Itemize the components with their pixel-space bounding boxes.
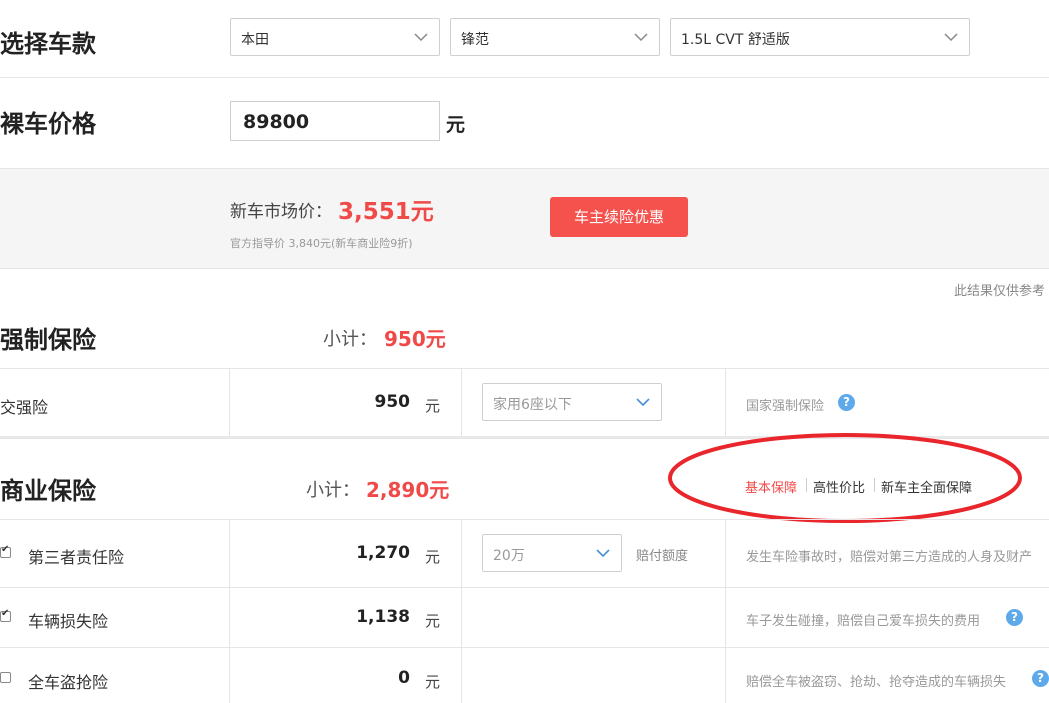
chevron-down-icon	[414, 33, 428, 42]
column-divider	[461, 519, 462, 703]
vehicle-damage-desc: 车子发生碰撞，赔偿自己爱车损失的费用	[746, 614, 981, 629]
select-car-heading: 选择车款	[0, 30, 96, 58]
market-price-panel	[0, 168, 1049, 269]
column-divider	[725, 519, 726, 703]
third-party-desc: 发生车险事故时，赔偿对第三方造成的人身及财产	[746, 550, 1033, 565]
divider	[0, 647, 1049, 648]
help-icon[interactable]: ?	[1032, 670, 1049, 687]
compulsory-unit: 元	[425, 397, 441, 415]
column-divider	[461, 368, 462, 437]
theft-amount: 0	[398, 668, 410, 688]
brand-select-value: 本田	[241, 32, 269, 48]
column-divider	[725, 368, 726, 437]
coverage-amount-select[interactable]: 20万	[482, 534, 622, 572]
help-icon[interactable]: ?	[838, 394, 855, 411]
vehicle-type-value: 家用6座以下	[493, 397, 572, 413]
model-select-value: 锋范	[461, 32, 489, 48]
third-party-amount: 1,270	[356, 543, 410, 563]
bare-price-value: 89800	[243, 111, 310, 133]
third-party-label: 第三者责任险	[28, 548, 125, 567]
divider	[0, 368, 1049, 369]
compulsory-heading: 强制保险	[0, 326, 96, 354]
compulsory-row-label: 交强险	[0, 398, 49, 417]
column-divider	[229, 519, 230, 703]
brand-select[interactable]: 本田	[230, 18, 440, 56]
theft-checkbox[interactable]	[0, 672, 11, 683]
compulsory-subtotal-label: 小计：	[323, 329, 377, 350]
market-price-label: 新车市场价：	[230, 202, 332, 222]
disclaimer-text: 此结果仅供参考	[953, 284, 1045, 299]
third-party-unit: 元	[425, 548, 441, 566]
vehicle-damage-amount: 1,138	[356, 607, 410, 627]
divider	[0, 519, 1049, 520]
renewal-discount-button[interactable]: 车主续险优惠	[550, 197, 688, 237]
chevron-down-icon	[944, 33, 958, 42]
bare-price-unit: 元	[446, 114, 466, 136]
annotation-ellipse	[668, 433, 1022, 523]
vehicle-damage-checkbox[interactable]	[0, 608, 11, 622]
model-select[interactable]: 锋范	[450, 18, 660, 56]
market-price-value: 3,551元	[338, 199, 434, 225]
theft-unit: 元	[425, 673, 441, 691]
theft-desc: 赔偿全车被盗窃、抢劫、抢夺造成的车辆损失	[746, 675, 1007, 690]
trim-select[interactable]: 1.5L CVT 舒适版	[670, 18, 970, 56]
vehicle-damage-unit: 元	[425, 612, 441, 630]
third-party-checkbox[interactable]	[0, 544, 11, 558]
help-icon[interactable]: ?	[1006, 609, 1023, 626]
guide-price-note: 官方指导价 3,840元(新车商业险9折)	[230, 237, 413, 250]
compulsory-amount: 950	[374, 392, 411, 412]
theft-label: 全车盗抢险	[28, 673, 109, 692]
trim-select-value: 1.5L CVT 舒适版	[681, 32, 790, 48]
divider	[0, 587, 1049, 588]
column-divider	[229, 368, 230, 437]
chevron-down-icon	[634, 33, 648, 42]
commercial-subtotal-label: 小计：	[306, 480, 360, 501]
commercial-heading: 商业保险	[0, 477, 96, 505]
compulsory-desc: 国家强制保险	[746, 399, 825, 414]
chevron-down-icon	[636, 398, 650, 407]
coverage-amount-value: 20万	[493, 548, 525, 564]
vehicle-damage-label: 车辆损失险	[28, 612, 109, 631]
chevron-down-icon	[596, 549, 610, 558]
vehicle-type-select[interactable]: 家用6座以下	[482, 383, 662, 421]
bare-price-heading: 裸车价格	[0, 110, 96, 138]
commercial-subtotal-value: 2,890元	[366, 478, 450, 502]
divider	[0, 77, 1049, 78]
compulsory-subtotal-value: 950元	[384, 327, 446, 351]
coverage-amount-note: 赔付额度	[636, 549, 689, 564]
bare-price-input[interactable]: 89800	[230, 101, 440, 141]
